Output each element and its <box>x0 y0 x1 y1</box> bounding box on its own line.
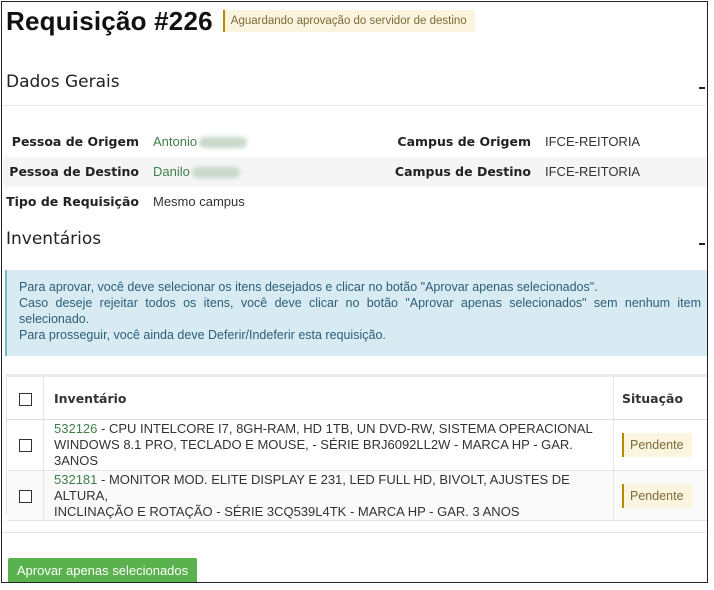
pessoa-destino-label: Pessoa de Destino <box>9 164 139 179</box>
col-header-situacao[interactable]: Situação <box>613 377 707 420</box>
section-title-dados-gerais: Dados Gerais <box>6 72 120 92</box>
campus-origem-label: Campus de Origem <box>397 134 531 149</box>
approve-selected-button[interactable]: Aprovar apenas selecionados <box>8 558 197 582</box>
row-checkbox[interactable] <box>18 489 32 503</box>
collapse-dados-gerais-icon[interactable] <box>699 87 705 89</box>
page-title: Requisição #226 <box>6 5 213 36</box>
alert-line-1: Para aprovar, você deve selecionar os it… <box>19 280 598 294</box>
inventory-number-link[interactable]: 532126 <box>54 421 97 436</box>
collapse-inventarios-icon[interactable] <box>699 243 705 245</box>
campus-destino-value: IFCE-REITORIA <box>545 164 641 179</box>
inventory-number-link[interactable]: 532181 <box>54 472 97 487</box>
section-title-inventarios: Inventários <box>6 229 102 249</box>
row-checkbox[interactable] <box>18 439 32 453</box>
table-row: 532181 - MONITOR MOD. ELITE DISPLAY E 23… <box>7 470 707 521</box>
row-select-cell <box>7 419 44 471</box>
status-badge: Aguardando aprovação do servidor de dest… <box>222 10 475 32</box>
tipo-requisicao-value: Mesmo campus <box>153 194 245 209</box>
inventory-description: 532126 - CPU INTELCORE I7, 8GH-RAM, HD 1… <box>43 419 614 471</box>
table-row: 532126 - CPU INTELCORE I7, 8GH-RAM, HD 1… <box>7 419 707 471</box>
inventory-desc-line1: - MONITOR MOD. ELITE DISPLAY E 231, LED … <box>54 471 570 503</box>
inventory-table-card: Inventário Situação 532126 - CPU INTELCO… <box>6 374 707 521</box>
campus-destino-label: Campus de Destino <box>394 164 531 179</box>
page-frame: Requisição #226 Aguardando aprovação do … <box>1 1 708 583</box>
title-row: Requisição #226 Aguardando aprovação do … <box>6 6 475 36</box>
section-divider <box>3 105 706 106</box>
situacao-cell: Pendente <box>613 419 707 471</box>
inventory-desc-line2: INCLINAÇÃO E ROTAÇÃO - SÉRIE 3CQ539L4TK … <box>54 503 520 519</box>
row-select-cell <box>7 470 44 521</box>
redacted-surname <box>191 167 240 179</box>
table-header-row: Inventário Situação <box>7 377 707 420</box>
inventory-description: 532181 - MONITOR MOD. ELITE DISPLAY E 23… <box>43 470 614 521</box>
pessoa-destino-link[interactable]: Danilo <box>153 157 240 187</box>
select-all-cell <box>7 377 44 420</box>
alert-line-2: Caso deseje rejeitar todos os itens, voc… <box>19 296 701 326</box>
status-pill: Pendente <box>622 433 692 457</box>
situacao-cell: Pendente <box>613 470 707 521</box>
redacted-surname <box>199 137 248 149</box>
select-all-checkbox[interactable] <box>18 392 32 406</box>
detail-row-destino: Pessoa de Destino Danilo Campus de Desti… <box>3 157 706 187</box>
info-alert: Para aprovar, você deve selecionar os it… <box>5 270 707 356</box>
pessoa-origem-link[interactable]: Antonio <box>153 127 248 157</box>
inventory-table: Inventário Situação 532126 - CPU INTELCO… <box>7 377 707 521</box>
status-pill: Pendente <box>622 483 692 508</box>
form-divider <box>3 532 706 533</box>
inventory-desc-line2: WINDOWS 8.1 PRO, TECLADO E MOUSE, - SÉRI… <box>54 437 573 468</box>
pessoa-origem-label: Pessoa de Origem <box>11 134 139 149</box>
campus-origem-value: IFCE-REITORIA <box>545 134 641 149</box>
inventory-desc-line1: - CPU INTELCORE I7, 8GH-RAM, HD 1TB, UN … <box>97 421 593 436</box>
alert-line-3: Para prosseguir, você ainda deve Deferir… <box>19 328 386 342</box>
col-header-inventario[interactable]: Inventário <box>43 377 614 420</box>
detail-row-tipo: Tipo de Requisição Mesmo campus <box>3 187 706 217</box>
detail-row-origem: Pessoa de Origem Antonio Campus de Orige… <box>3 127 706 157</box>
tipo-requisicao-label: Tipo de Requisição <box>6 194 139 209</box>
